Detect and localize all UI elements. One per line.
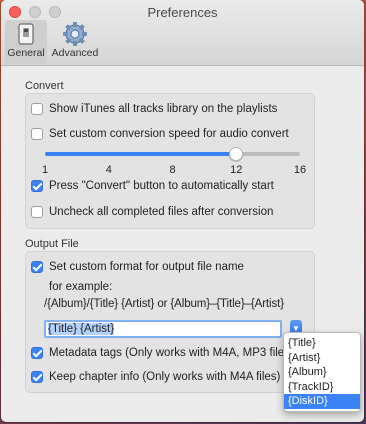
token-menu-item[interactable]: {Title}	[284, 336, 360, 351]
custom-format-option[interactable]: Set custom format for output file name	[31, 261, 244, 273]
speed-slider-fill	[45, 152, 237, 156]
token-popup-menu: {Title} {Artist} {Album} {TrackID} {DiskID}	[283, 332, 361, 412]
format-input[interactable]: {Title} {Artist}	[44, 320, 282, 338]
gear-icon	[63, 22, 87, 46]
speed-tick-label: 8	[169, 164, 176, 176]
uncheck-completed-option[interactable]: Uncheck all completed files after conver…	[31, 206, 273, 218]
tab-advanced-label: Advanced	[51, 47, 99, 59]
tab-general[interactable]: General	[5, 20, 47, 64]
show-itunes-label: Show iTunes all tracks library on the pl…	[49, 103, 278, 115]
metadata-label: Metadata tags (Only works with M4A, MP3 …	[49, 347, 294, 359]
custom-format-label: Set custom format for output file name	[49, 261, 244, 273]
metadata-checkbox[interactable]	[31, 347, 43, 359]
metadata-option[interactable]: Metadata tags (Only works with M4A, MP3 …	[31, 347, 294, 359]
uncheck-completed-label: Uncheck all completed files after conver…	[49, 206, 274, 218]
format-input-value: {Title} {Artist}	[48, 323, 115, 335]
output-section-title: Output File	[25, 238, 79, 250]
window-title: Preferences	[147, 5, 218, 20]
custom-format-checkbox[interactable]	[31, 261, 43, 273]
speed-tick-label: 4	[105, 164, 112, 176]
custom-speed-option[interactable]: Set custom conversion speed for audio co…	[31, 128, 289, 140]
custom-speed-checkbox[interactable]	[31, 128, 43, 140]
chapter-option[interactable]: Keep chapter info (Only works with M4A f…	[31, 371, 280, 383]
chapter-checkbox[interactable]	[31, 371, 43, 383]
token-menu-item[interactable]: {DiskID}	[284, 394, 360, 409]
press-convert-option[interactable]: Press "Convert" button to automatically …	[31, 180, 274, 192]
token-menu-item[interactable]: {TrackID}	[284, 380, 360, 395]
speed-tick-label: 12	[230, 164, 243, 176]
tab-advanced[interactable]: Advanced	[51, 20, 99, 64]
switch-icon	[18, 23, 34, 45]
show-itunes-checkbox[interactable]	[31, 103, 43, 115]
show-itunes-option[interactable]: Show iTunes all tracks library on the pl…	[31, 103, 277, 115]
tab-general-label: General	[7, 47, 45, 59]
token-menu-item[interactable]: {Album}	[284, 365, 360, 380]
convert-group: Show iTunes all tracks library on the pl…	[25, 93, 315, 229]
speed-tick-label: 1	[41, 164, 49, 176]
press-convert-label: Press "Convert" button to automatically …	[49, 180, 274, 192]
speed-slider-track[interactable]	[45, 152, 300, 156]
uncheck-completed-checkbox[interactable]	[31, 206, 43, 218]
chapter-label: Keep chapter info (Only works with M4A f…	[49, 371, 281, 383]
titlebar: Preferences General Advanced	[1, 0, 364, 66]
speed-slider-knob[interactable]	[229, 147, 244, 161]
token-menu-item[interactable]: {Artist}	[284, 351, 360, 366]
output-group: Set custom format for output file name f…	[25, 251, 315, 393]
speed-tick-label: 16	[293, 164, 307, 176]
press-convert-checkbox[interactable]	[31, 180, 43, 192]
convert-section-title: Convert	[25, 80, 64, 92]
custom-speed-label: Set custom conversion speed for audio co…	[49, 128, 289, 140]
example-value: /{Album}/{Title} {Artist} or {Album}–{Ti…	[44, 298, 284, 310]
example-label: for example:	[49, 281, 113, 293]
